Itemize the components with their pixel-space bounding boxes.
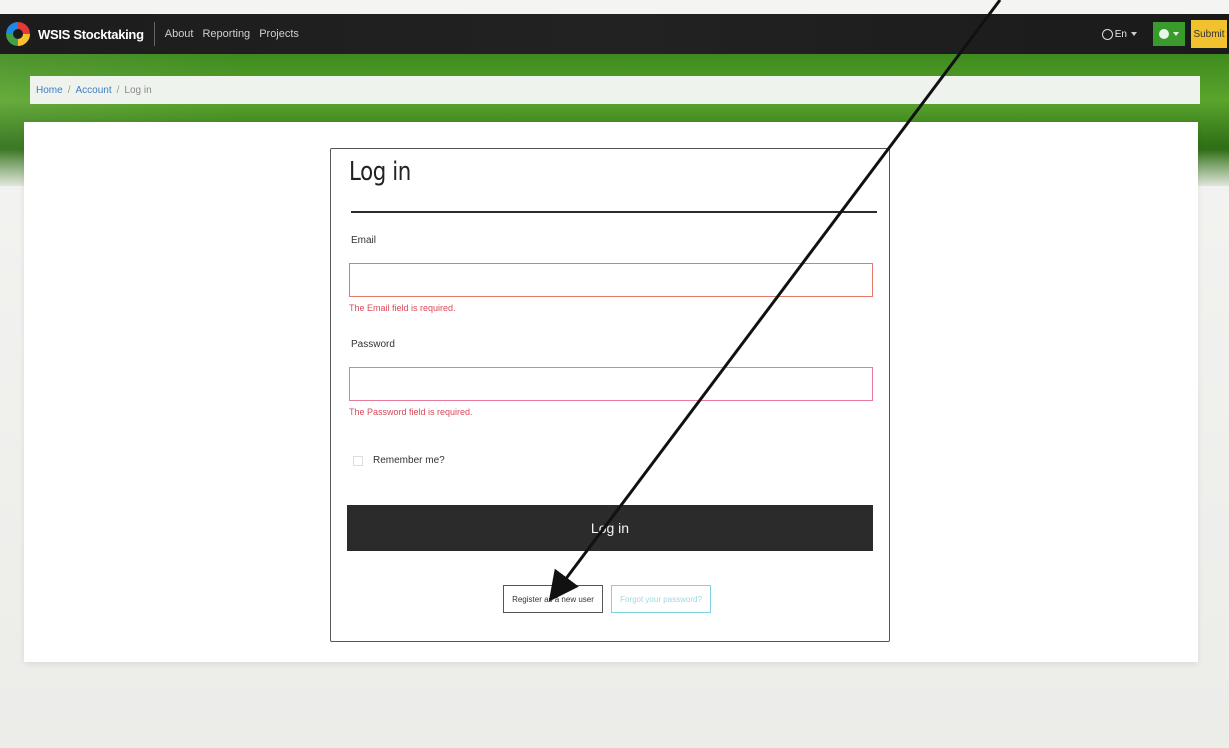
password-label: Password [351, 339, 395, 350]
globe-icon [1101, 28, 1113, 40]
remember-me[interactable]: Remember me? [353, 455, 445, 466]
wsis-logo-icon [6, 22, 30, 46]
breadcrumb-account[interactable]: Account [75, 85, 111, 96]
email-error: The Email field is required. [349, 303, 456, 313]
email-field[interactable] [349, 263, 873, 297]
brand-title: WSIS Stocktaking [38, 26, 144, 42]
breadcrumb-separator: / [116, 84, 120, 96]
nav-link-about[interactable]: About [165, 28, 194, 40]
login-panel: Log in Email The Email field is required… [330, 148, 890, 642]
user-icon [1159, 29, 1169, 39]
breadcrumb-home[interactable]: Home [36, 85, 63, 96]
remember-checkbox[interactable] [353, 455, 363, 466]
page-title: Log in [349, 157, 411, 187]
nav-link-projects[interactable]: Projects [259, 28, 299, 40]
navbar-right: En Submit [1101, 14, 1229, 54]
breadcrumb-separator: / [67, 84, 71, 96]
login-button[interactable]: Log in [347, 505, 873, 551]
forgot-password-button[interactable]: Forgot your password? [611, 585, 711, 613]
title-divider [351, 211, 877, 213]
password-error: The Password field is required. [349, 407, 473, 417]
language-dropdown[interactable]: En [1101, 28, 1137, 40]
page: WSIS Stocktaking About Reporting Project… [0, 0, 1229, 748]
submit-button[interactable]: Submit [1191, 20, 1227, 48]
remember-label: Remember me? [373, 455, 445, 466]
language-label: En [1114, 28, 1127, 40]
breadcrumb-current: Log in [124, 84, 152, 96]
chevron-down-icon [1173, 32, 1179, 36]
nav-link-reporting[interactable]: Reporting [202, 28, 250, 40]
chevron-down-icon [1131, 32, 1137, 36]
top-navbar: WSIS Stocktaking About Reporting Project… [0, 14, 1229, 54]
breadcrumb: Home / Account / Log in [30, 76, 1200, 104]
register-button[interactable]: Register as a new user [503, 585, 603, 613]
brand-divider [153, 22, 155, 46]
user-menu-button[interactable] [1153, 22, 1185, 46]
password-field[interactable] [349, 367, 873, 401]
email-label: Email [351, 235, 377, 246]
brand[interactable]: WSIS Stocktaking [6, 14, 144, 54]
